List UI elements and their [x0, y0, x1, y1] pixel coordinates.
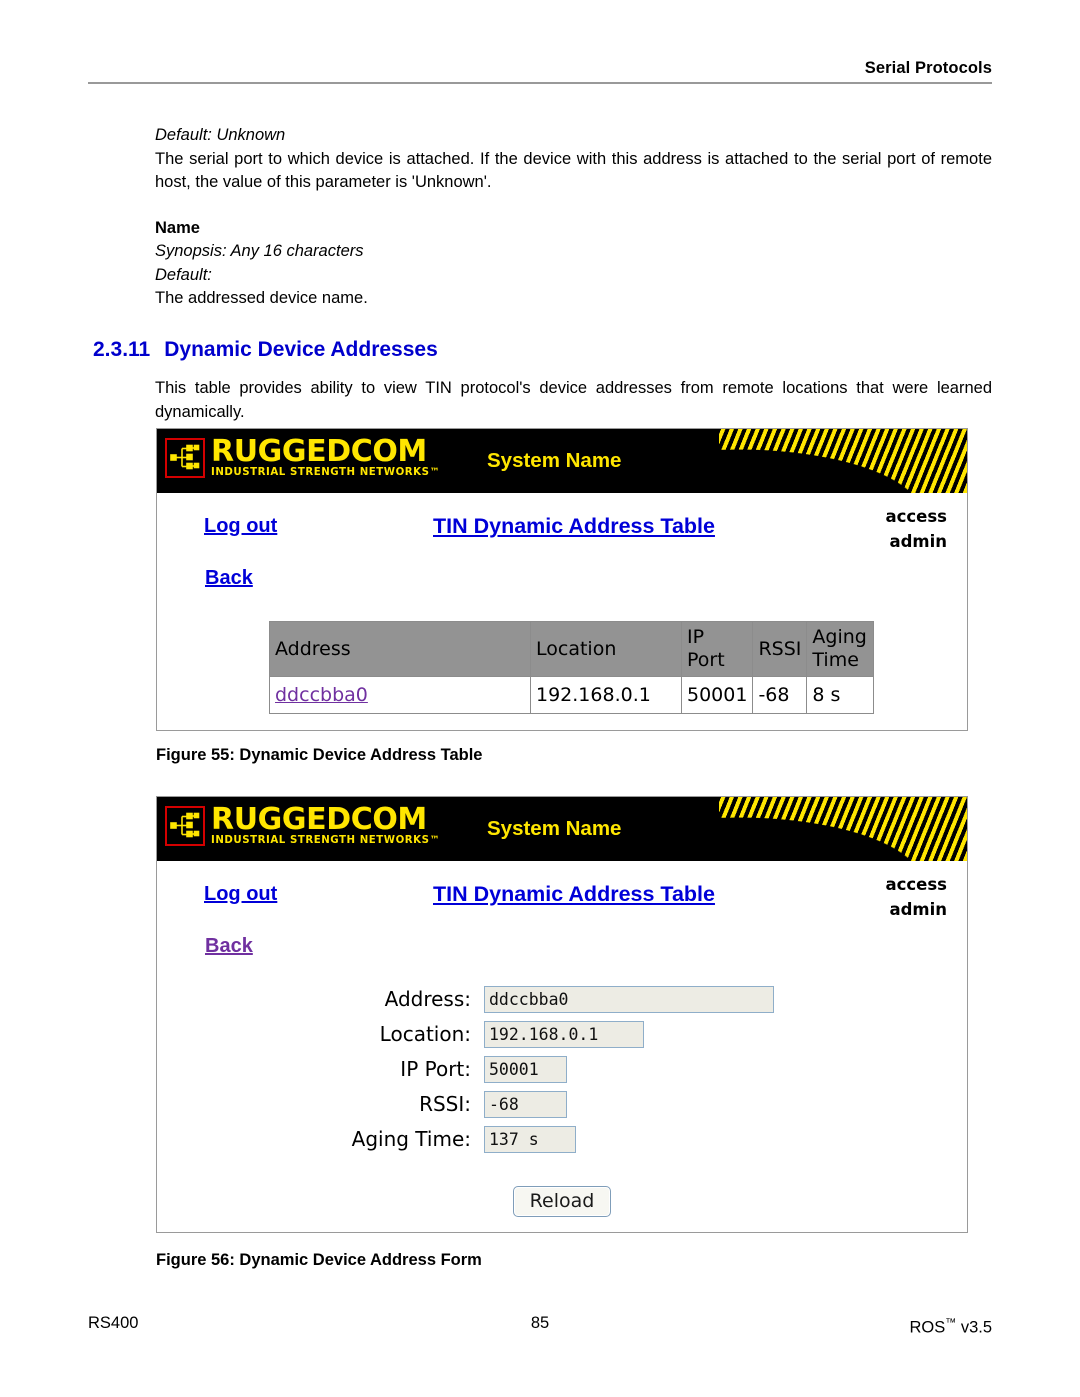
logo-tagline: INDUSTRIAL STRENGTH NETWORKS™: [211, 835, 441, 846]
section-heading: 2.3.11 Dynamic Device Addresses: [93, 337, 992, 363]
section-number: 2.3.11: [93, 338, 151, 361]
access-info: access admin: [885, 504, 947, 554]
ruggedcom-logo: RUGGEDCOM INDUSTRIAL STRENGTH NETWORKS™: [165, 437, 440, 479]
column-header-rssi: RSSI: [752, 621, 808, 677]
label-location: Location:: [379, 1022, 471, 1046]
figure-56-back-row: Back: [157, 935, 967, 977]
column-header-address: Address: [269, 621, 531, 677]
reload-button-row: Reload: [157, 1186, 967, 1217]
section-intro-paragraph: This table provides ability to view TIN …: [155, 379, 992, 421]
system-name-label: System Name: [487, 817, 622, 840]
location-field[interactable]: 192.168.0.1: [484, 1020, 644, 1048]
section-title: Dynamic Device Addresses: [164, 338, 438, 361]
body-content: Default: Unknown The serial port to whic…: [155, 124, 992, 311]
back-link[interactable]: Back: [205, 935, 253, 958]
logo-title: RUGGEDCOM: [211, 802, 427, 837]
system-name-label: System Name: [487, 449, 622, 472]
page-running-header: Serial Protocols: [88, 58, 992, 84]
figure-55-back-row: Back: [157, 567, 967, 609]
synopsis-line: Synopsis: Any 16 characters: [155, 242, 364, 260]
form-row-location: Location: 192.168.0.1: [339, 1017, 774, 1051]
header-divider: [88, 82, 992, 84]
dynamic-address-table: Address Location IP Port RSSI Aging Time…: [269, 621, 875, 714]
hazard-stripe-graphic: [719, 429, 967, 493]
label-address: Address:: [384, 987, 471, 1011]
label-rssi: RSSI:: [419, 1092, 471, 1116]
cell-location: 192.168.0.1: [530, 676, 682, 714]
reload-button[interactable]: Reload: [512, 1186, 612, 1217]
page-title-link[interactable]: TIN Dynamic Address Table: [433, 514, 715, 539]
table-header-row: Address Location IP Port RSSI Aging Time: [269, 621, 875, 677]
cell-aging-time: 8 s: [806, 676, 875, 714]
footer-version: ROS™ v3.5: [909, 1313, 992, 1338]
footer-os-version: v3.5: [960, 1318, 992, 1337]
hazard-stripe-graphic: [719, 797, 967, 861]
figure-56-screenshot: RUGGEDCOM INDUSTRIAL STRENGTH NETWORKS™ …: [156, 796, 968, 1233]
dynamic-address-form: Address: ddccbba0 Location: 192.168.0.1 …: [339, 982, 774, 1157]
form-row-address: Address: ddccbba0: [339, 982, 774, 1016]
access-label: access: [885, 507, 947, 526]
cell-rssi: -68: [752, 676, 808, 714]
back-link[interactable]: Back: [205, 567, 253, 590]
logo-wordmark: RUGGEDCOM INDUSTRIAL STRENGTH NETWORKS™: [211, 805, 440, 847]
form-row-ip-port: IP Port: 50001: [339, 1052, 774, 1086]
page-footer: RS400 85 ROS™ v3.5: [88, 1313, 992, 1338]
logo-tagline: INDUSTRIAL STRENGTH NETWORKS™: [211, 467, 441, 478]
figure-55-screenshot: RUGGEDCOM INDUSTRIAL STRENGTH NETWORKS™ …: [156, 428, 968, 731]
ruggedcom-logo: RUGGEDCOM INDUSTRIAL STRENGTH NETWORKS™: [165, 805, 440, 847]
aging-time-field[interactable]: 137 s: [484, 1125, 576, 1153]
figure-55-caption: Figure 55: Dynamic Device Address Table: [156, 746, 483, 764]
figure-56-nav-row: Log out TIN Dynamic Address Table access…: [157, 861, 967, 935]
column-header-ip-port: IP Port: [680, 621, 754, 677]
default-line: Default:: [155, 265, 212, 284]
ruggedcom-banner: RUGGEDCOM INDUSTRIAL STRENGTH NETWORKS™ …: [157, 797, 967, 861]
running-header-title: Serial Protocols: [864, 59, 992, 77]
network-tree-icon: [165, 438, 205, 478]
address-row-link[interactable]: ddccbba0: [275, 684, 368, 706]
default-unknown-line: Default: Unknown: [155, 126, 286, 144]
access-user: admin: [889, 900, 947, 919]
access-label: access: [885, 875, 947, 894]
logo-wordmark: RUGGEDCOM INDUSTRIAL STRENGTH NETWORKS™: [211, 437, 440, 479]
footer-page-number: 85: [530, 1314, 550, 1332]
figure-56-caption: Figure 56: Dynamic Device Address Form: [156, 1251, 482, 1269]
access-user: admin: [889, 532, 947, 551]
column-header-location: Location: [530, 621, 682, 677]
trademark-icon: ™: [945, 1317, 957, 1329]
logo-title: RUGGEDCOM: [211, 434, 427, 469]
cell-address: ddccbba0: [269, 676, 531, 714]
access-info: access admin: [885, 872, 947, 922]
ip-port-field[interactable]: 50001: [484, 1055, 567, 1083]
address-field[interactable]: ddccbba0: [484, 985, 774, 1013]
ruggedcom-banner: RUGGEDCOM INDUSTRIAL STRENGTH NETWORKS™ …: [157, 429, 967, 493]
page-title-link[interactable]: TIN Dynamic Address Table: [433, 882, 715, 907]
network-tree-icon: [165, 806, 205, 846]
column-header-aging-time: Aging Time: [806, 621, 875, 677]
form-row-aging-time: Aging Time: 137 s: [339, 1122, 774, 1156]
label-aging-time: Aging Time:: [351, 1127, 471, 1151]
form-row-rssi: RSSI: -68: [339, 1087, 774, 1121]
addressed-device-name-line: The addressed device name.: [155, 289, 368, 307]
section-intro: This table provides ability to view TIN …: [155, 377, 992, 424]
table-row: ddccbba0 192.168.0.1 50001 -68 8 s: [269, 676, 875, 714]
serial-port-paragraph: The serial port to which device is attac…: [155, 149, 992, 192]
rssi-field[interactable]: -68: [484, 1090, 567, 1118]
footer-os-name: ROS: [909, 1318, 946, 1337]
label-ip-port: IP Port:: [400, 1057, 471, 1081]
figure-55-nav-row: Log out TIN Dynamic Address Table access…: [157, 493, 967, 567]
cell-ip-port: 50001: [680, 676, 754, 714]
logout-link[interactable]: Log out: [204, 515, 277, 538]
name-subheading: Name: [155, 218, 200, 237]
logout-link[interactable]: Log out: [204, 883, 277, 906]
